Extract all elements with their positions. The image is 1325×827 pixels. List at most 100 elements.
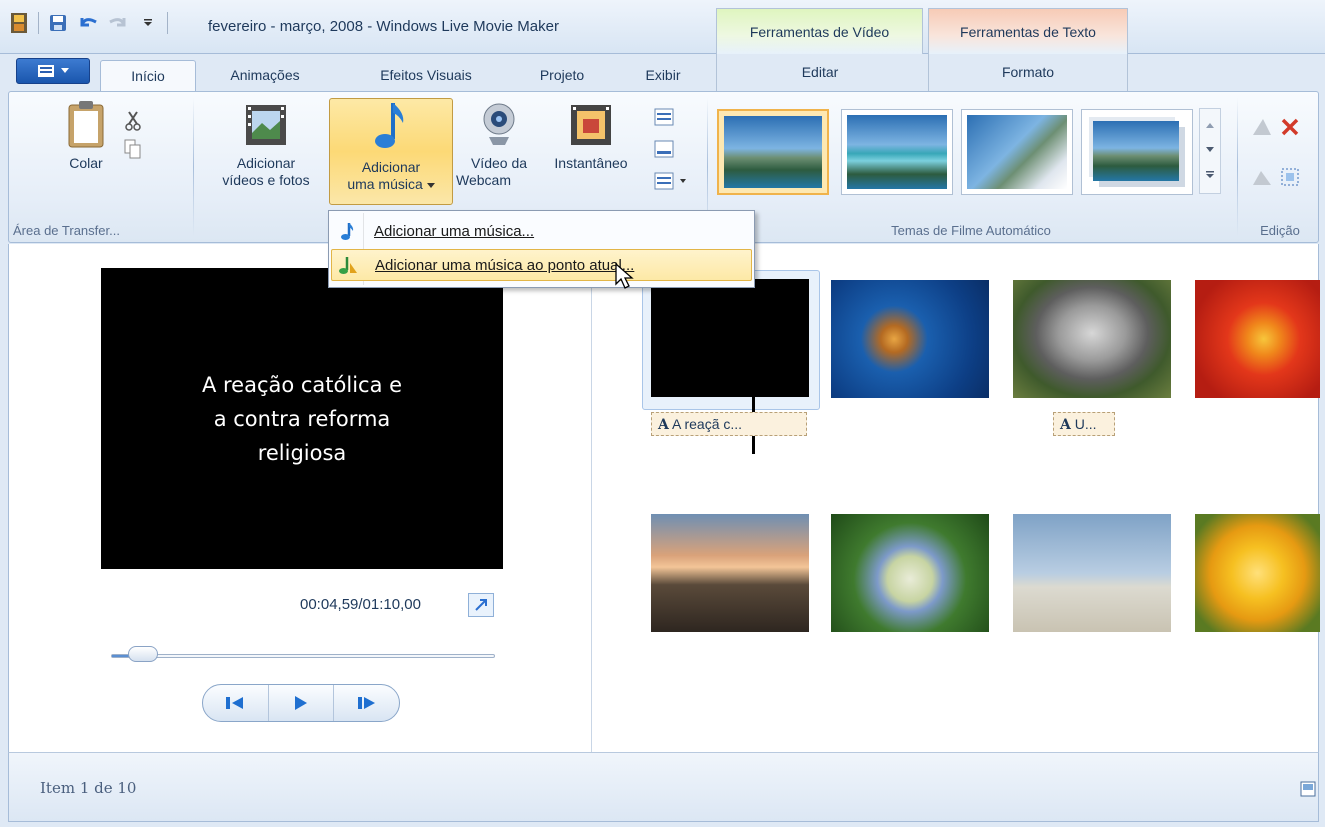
group-clipboard: Colar Área de Transfer... — [9, 92, 189, 242]
customize-qat-icon[interactable] — [137, 12, 159, 34]
chevron-down-icon — [61, 68, 69, 73]
quick-access-toolbar — [8, 12, 168, 34]
undo-icon[interactable] — [77, 12, 99, 34]
pane-splitter[interactable] — [591, 244, 592, 752]
more-themes-icon — [1206, 171, 1214, 178]
clip-hydrangeas[interactable] — [831, 514, 989, 632]
tab-projeto[interactable]: Projeto — [522, 60, 602, 90]
snapshot-label: Instantâneo — [554, 155, 628, 171]
app-film-icon[interactable] — [8, 12, 30, 34]
seek-bar[interactable] — [111, 654, 495, 658]
snapshot-icon — [571, 105, 611, 145]
item-count: Item 1 de 10 — [40, 779, 137, 797]
music-note-point-icon — [339, 257, 357, 274]
clipboard-icon — [68, 101, 104, 148]
rotate-left-icon[interactable] — [1249, 114, 1275, 140]
context-tab-video-tools: Ferramentas de Vídeo — [716, 8, 923, 54]
remove-icon[interactable] — [1277, 114, 1303, 140]
clip-koala[interactable] — [1013, 280, 1171, 398]
tab-exibir[interactable]: Exibir — [627, 60, 699, 90]
save-icon[interactable] — [47, 12, 69, 34]
group-label-clipboard: Área de Transfer... — [13, 223, 120, 238]
playback-controls — [202, 684, 400, 722]
menu-item-add-music-at-point[interactable]: Adicionar uma música ao ponto atual... — [331, 249, 752, 281]
webcam-video-button[interactable]: Vídeo da Webcam — [455, 98, 543, 190]
webcam-label-line2: Webcam — [456, 172, 511, 188]
theme-contemporary[interactable] — [717, 109, 829, 195]
clip-penguins[interactable] — [1013, 514, 1171, 632]
group-label-themes: Temas de Filme Automático — [891, 223, 1051, 238]
app-menu-icon — [38, 65, 54, 77]
tab-formato[interactable]: Formato — [928, 54, 1128, 92]
main-area: A reação católica e a contra reforma rel… — [8, 244, 1320, 752]
clip-selected[interactable] — [642, 270, 820, 410]
theme-pan-zoom[interactable] — [1081, 109, 1193, 195]
previous-frame-icon — [226, 697, 244, 709]
preview-text-line: A reação católica e — [201, 372, 403, 397]
rotate-right-icon[interactable] — [1249, 164, 1275, 190]
title-icon[interactable] — [652, 106, 676, 128]
add-music-label-line1: Adicionar — [361, 159, 421, 175]
add-music-button[interactable]: Adicionar uma música — [329, 98, 453, 205]
theme-cinematic[interactable] — [841, 109, 953, 195]
expand-icon — [475, 599, 487, 611]
caption-text: A reaçã c... — [672, 416, 743, 432]
paste-button[interactable]: Colar — [53, 98, 119, 173]
status-bar: Item 1 de 10 — [8, 752, 1319, 822]
cut-icon[interactable] — [121, 110, 145, 132]
music-note-icon — [341, 223, 354, 240]
clip-chrysanthemum[interactable] — [1195, 280, 1320, 398]
mouse-cursor-icon — [615, 262, 634, 289]
tab-editar[interactable]: Editar — [716, 54, 923, 92]
theme-fade[interactable] — [961, 109, 1073, 195]
preview-monitor[interactable]: A reação católica e a contra reforma rel… — [101, 268, 503, 569]
fullscreen-button[interactable] — [468, 593, 494, 617]
tab-animacoes[interactable]: Animações — [210, 60, 320, 90]
add-videos-photos-button[interactable]: Adicionar vídeos e fotos — [201, 98, 331, 190]
menu-item-label: Adicionar uma música ao ponto atual... — [375, 256, 635, 274]
add-videos-label-line1: Adicionar — [236, 155, 296, 171]
text-a-icon: A — [658, 417, 669, 433]
film-photo-icon — [246, 105, 286, 145]
seek-thumb[interactable] — [128, 646, 159, 662]
tab-efeitos-visuais[interactable]: Efeitos Visuais — [352, 60, 500, 90]
redo-icon[interactable] — [107, 12, 129, 34]
add-videos-label-line2: vídeos e fotos — [222, 172, 310, 188]
preview-text-line: religiosa — [257, 440, 347, 465]
caption-clip[interactable]: A A reaçã c... — [651, 412, 807, 436]
clip-lighthouse[interactable] — [651, 514, 809, 632]
next-frame-icon — [357, 697, 375, 709]
preview-text-line: a contra reforma — [213, 406, 391, 431]
webcam-icon — [483, 103, 515, 145]
clip-tulips[interactable] — [1195, 514, 1320, 632]
paste-label: Colar — [69, 155, 103, 171]
select-all-icon[interactable] — [1277, 164, 1303, 190]
webcam-label-line1: Vídeo da — [470, 155, 528, 171]
next-frame-button[interactable] — [334, 685, 399, 721]
title-bar: fevereiro - março, 2008 - Windows Live M… — [0, 0, 1325, 54]
tab-inicio[interactable]: Início — [100, 60, 196, 92]
play-button[interactable] — [269, 685, 335, 721]
context-tab-text-label: Ferramentas de Texto — [960, 24, 1096, 40]
clip-jellyfish[interactable] — [831, 280, 989, 398]
music-note-icon — [375, 103, 404, 148]
context-tab-text-tools: Ferramentas de Texto — [928, 8, 1128, 54]
timecode: 00:04,59/01:10,00 — [300, 596, 421, 613]
previous-frame-button[interactable] — [203, 685, 269, 721]
add-music-label-line2: uma música — [347, 176, 423, 192]
snapshot-button[interactable]: Instantâneo — [535, 98, 647, 173]
group-label-edit: Edição — [1260, 223, 1300, 238]
application-menu-button[interactable] — [16, 58, 90, 84]
credits-icon[interactable] — [652, 170, 692, 192]
text-a-icon: A — [1060, 417, 1071, 433]
themes-scroll[interactable] — [1199, 108, 1221, 194]
caption-icon[interactable] — [652, 138, 676, 160]
storyboard-view-icon[interactable] — [1299, 779, 1317, 799]
menu-item-label: Adicionar uma música... — [374, 222, 535, 240]
copy-icon[interactable] — [121, 138, 145, 160]
caption-clip[interactable]: A U... — [1053, 412, 1115, 436]
add-music-dropdown: Adicionar uma música... Adicionar uma mú… — [328, 210, 755, 288]
window-title: fevereiro - março, 2008 - Windows Live M… — [208, 18, 559, 35]
menu-item-add-music[interactable]: Adicionar uma música... — [331, 215, 752, 247]
group-automovie-themes: Temas de Filme Automático — [711, 92, 1231, 242]
